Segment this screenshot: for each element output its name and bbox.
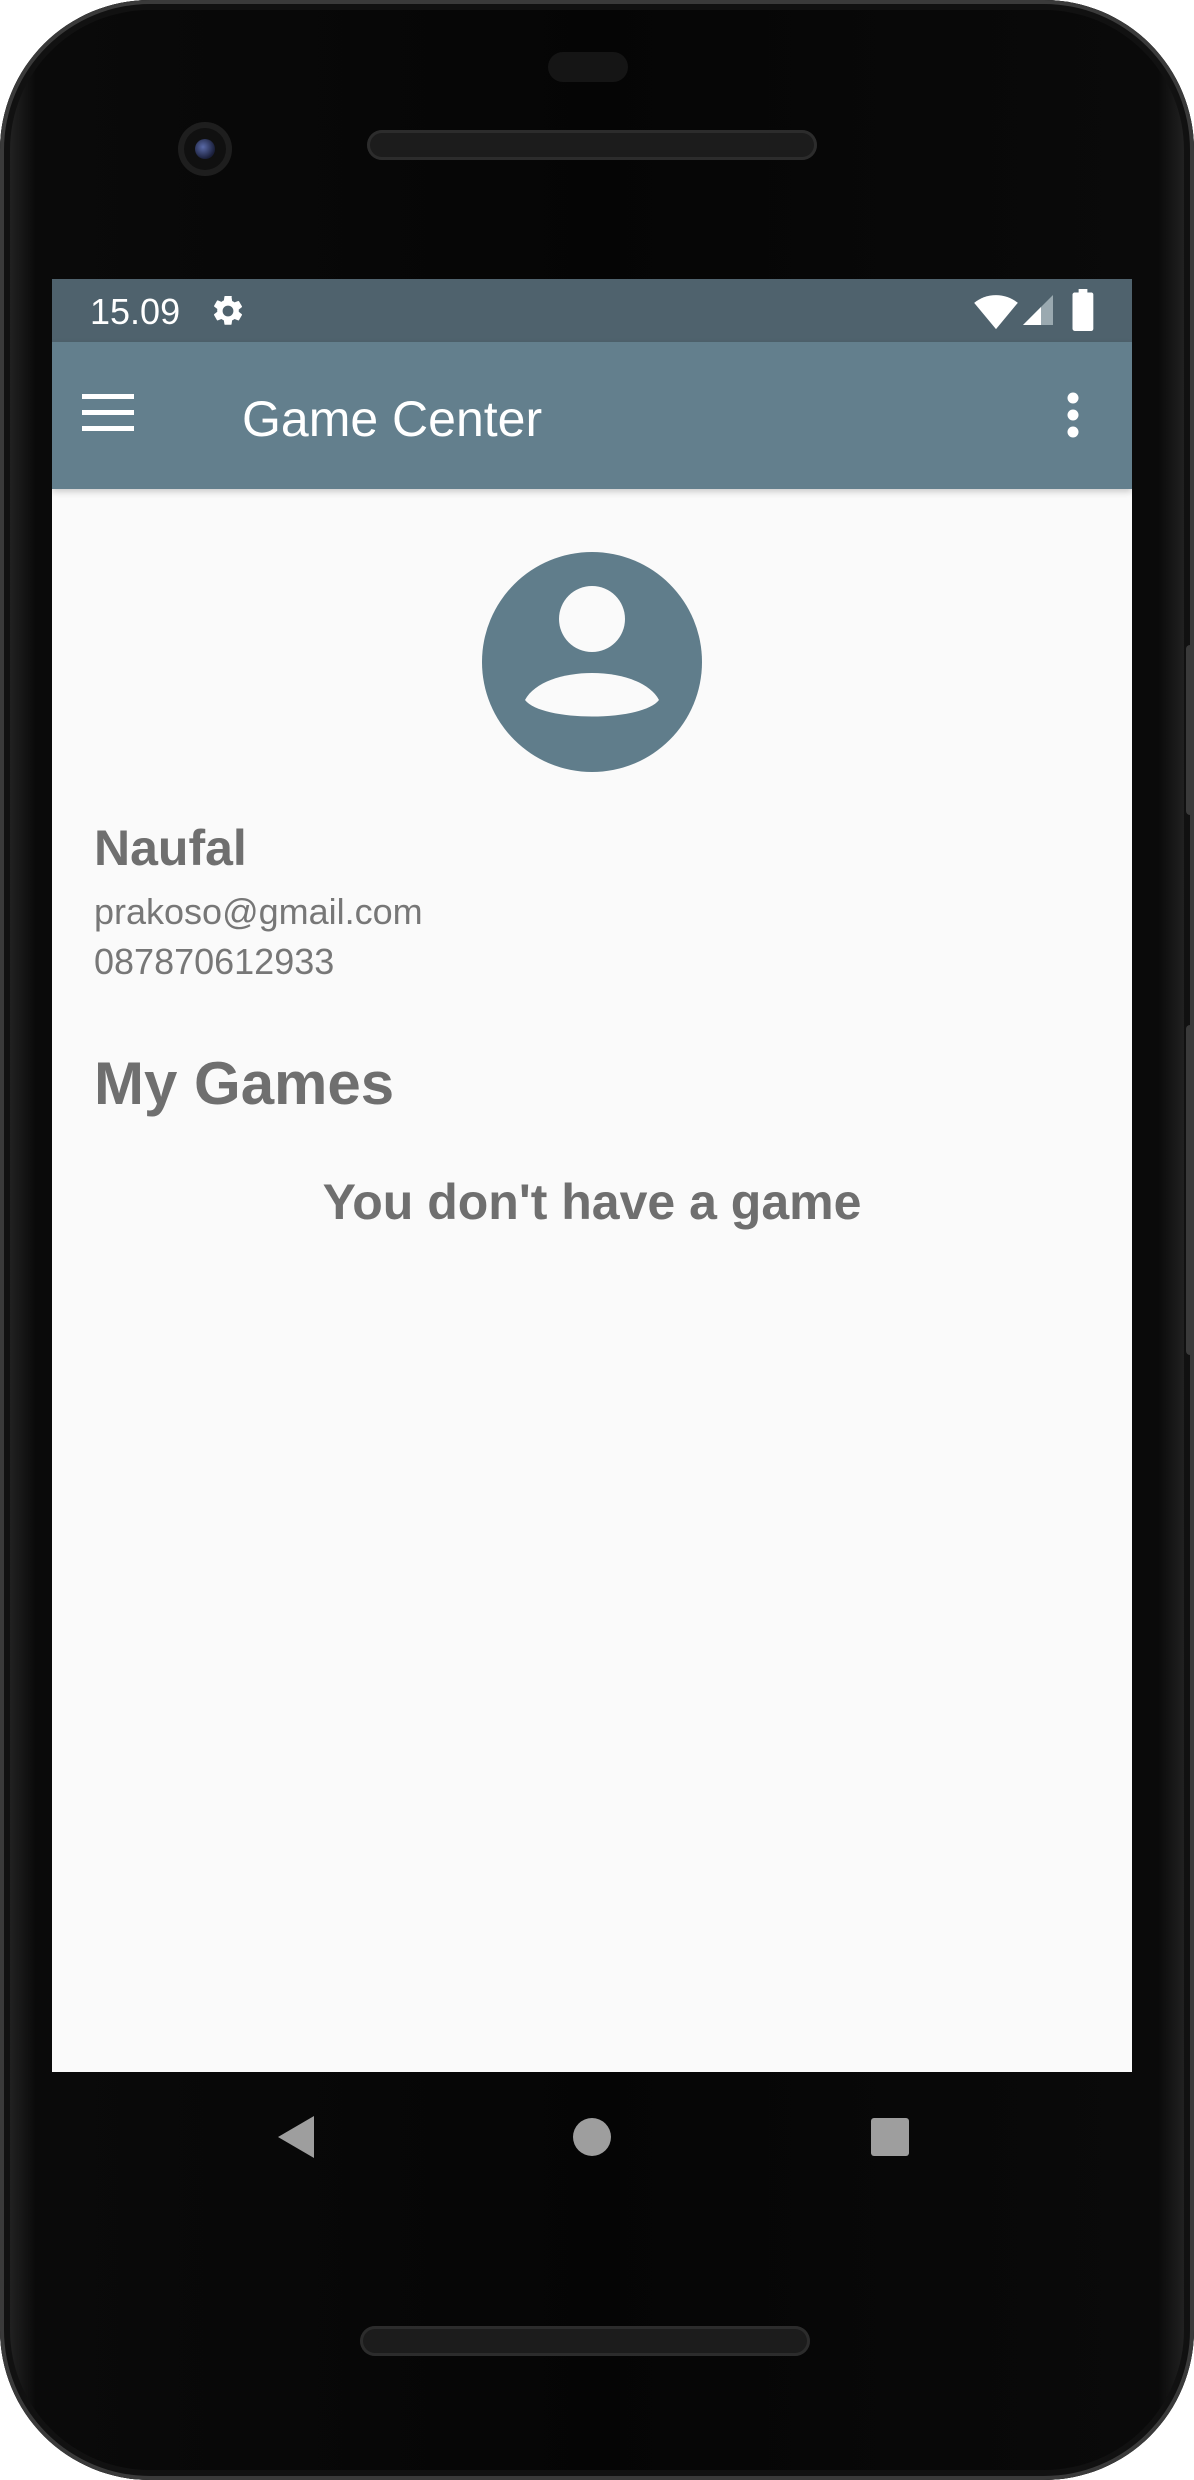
power-button [1186,645,1194,815]
profile-content: Naufal prakoso@gmail.com 087870612933 My… [52,489,1132,2072]
volume-button [1186,1025,1194,1355]
phone-frame: 15.09 Game Center Naufal prakoso@gmail.c… [0,0,1194,2480]
earpiece [548,52,628,82]
back-icon [278,2116,314,2158]
status-bar: 15.09 [52,279,1132,342]
settings-gear-icon [213,295,243,325]
user-email: prakoso@gmail.com [94,891,423,932]
battery-icon [1072,289,1094,331]
user-name: Naufal [94,820,247,876]
hamburger-menu-icon[interactable] [82,392,134,434]
account-circle-icon [482,552,702,772]
screen: 15.09 Game Center Naufal prakoso@gmail.c… [52,279,1132,2072]
my-games-title: My Games [94,1050,395,1117]
empty-games-message: You don't have a game [322,1174,862,1230]
front-camera-icon [178,122,232,176]
app-title: Game Center [242,391,543,447]
status-time: 15.09 [90,291,181,332]
top-speaker-grille [367,130,817,160]
home-button[interactable] [562,2107,622,2167]
recents-button[interactable] [860,2107,920,2167]
system-nav-bar [52,2072,1132,2202]
recents-icon [871,2118,909,2156]
user-phone: 087870612933 [94,941,335,982]
cellular-signal-icon [1023,295,1053,325]
bottom-speaker-grille [360,2326,810,2356]
more-vertical-icon[interactable] [1066,392,1080,438]
wifi-icon [974,295,1018,330]
back-button[interactable] [266,2107,326,2167]
home-icon [573,2118,611,2156]
app-bar: Game Center [52,342,1132,489]
